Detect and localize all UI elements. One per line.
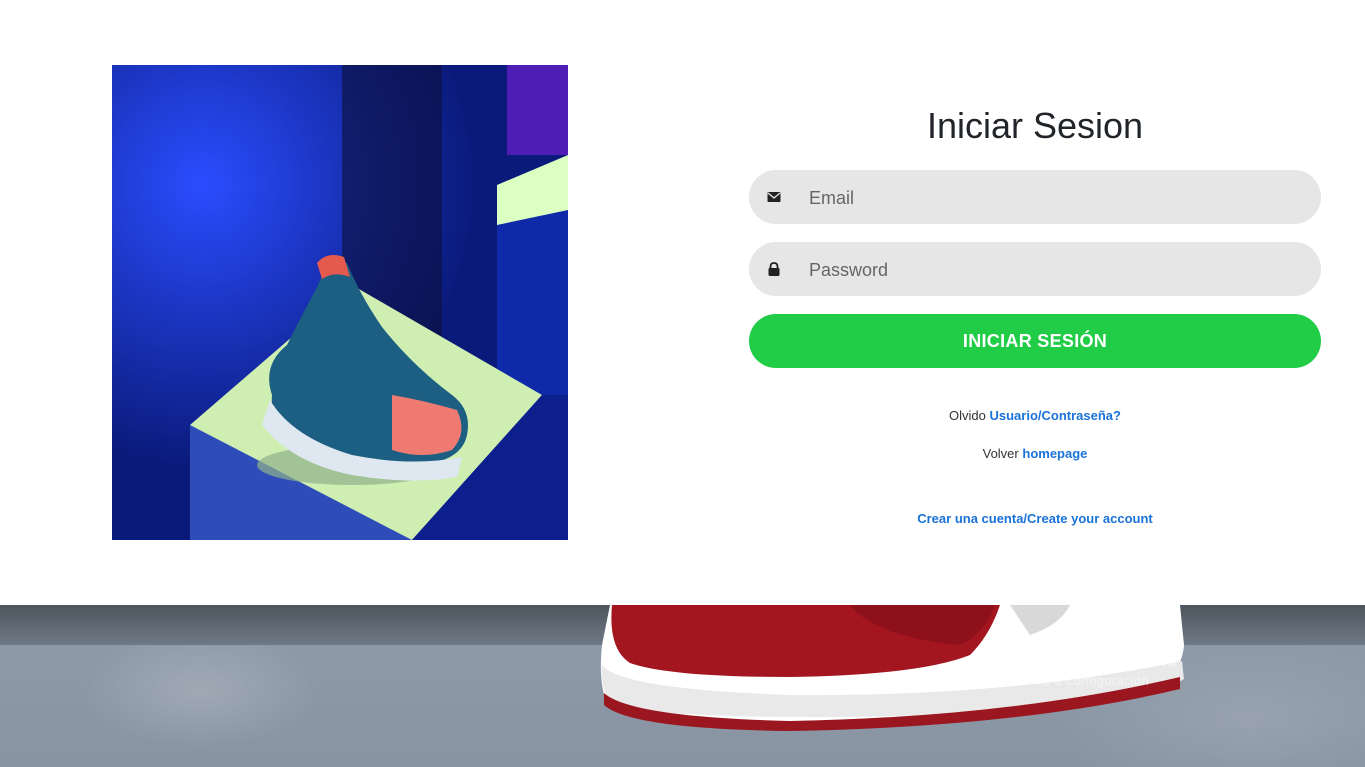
email-field-wrapper xyxy=(749,170,1321,226)
forgot-credentials-link[interactable]: Usuario/Contraseña? xyxy=(990,408,1121,423)
envelope-icon xyxy=(767,190,781,204)
password-input[interactable] xyxy=(807,242,1291,298)
login-submit-button[interactable]: INICIAR SESIÓN xyxy=(749,314,1321,368)
forgot-credentials-line: Olvido Usuario/Contraseña? xyxy=(749,408,1321,423)
page-title: Iniciar Sesion xyxy=(926,105,1144,146)
back-prefix-text: Volver xyxy=(982,446,1019,461)
forgot-prefix-text: Olvido xyxy=(949,408,986,423)
homepage-link[interactable]: homepage xyxy=(1022,446,1087,461)
back-homepage-line: Volver homepage xyxy=(749,446,1321,461)
sneaker-display-image xyxy=(112,65,568,540)
watermark-line-1: Activar Windows xyxy=(1036,651,1177,671)
login-form: Iniciar Sesion INICIAR SESIÓN Olvido xyxy=(749,100,1321,526)
create-account-link[interactable]: Crear una cuenta/Create your account xyxy=(917,511,1153,526)
windows-activation-watermark: Activar Windows Ve a Configuración xyxy=(1036,651,1177,688)
email-input[interactable] xyxy=(807,170,1291,226)
watermark-line-2: Ve a Configuración xyxy=(1036,674,1149,688)
create-account-line: Crear una cuenta/Create your account xyxy=(749,511,1321,526)
login-card: Iniciar Sesion INICIAR SESIÓN Olvido xyxy=(0,0,1365,605)
password-field-wrapper xyxy=(749,242,1321,298)
lock-icon xyxy=(767,262,781,276)
